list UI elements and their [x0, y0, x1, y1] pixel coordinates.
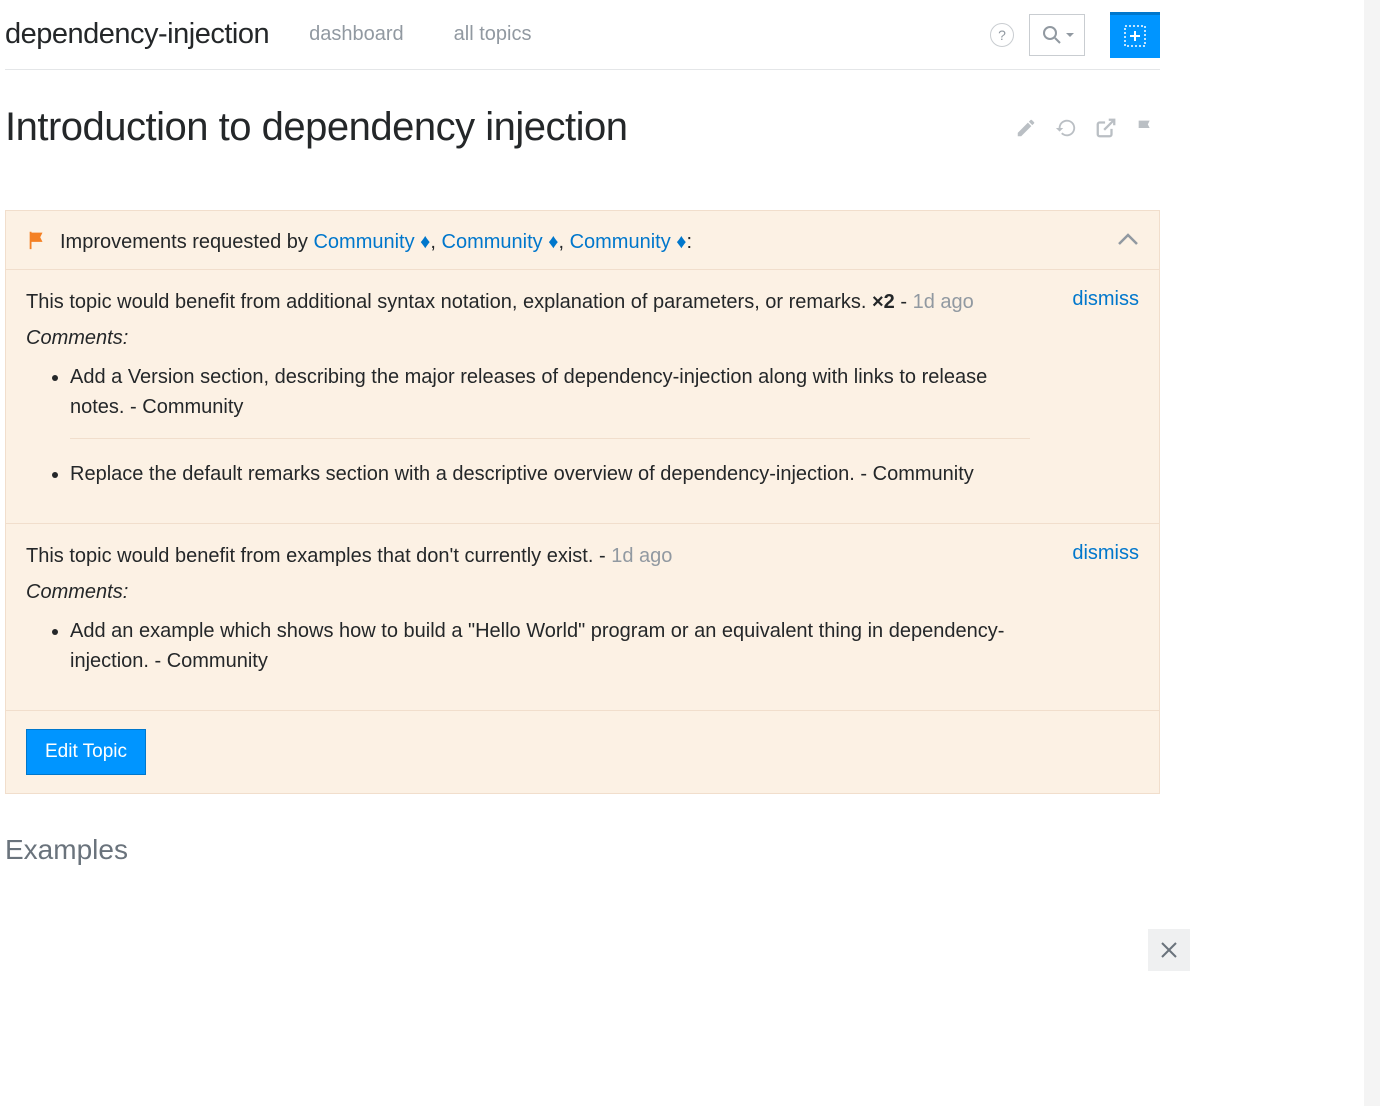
- improvement-item: This topic would benefit from additional…: [6, 270, 1159, 524]
- improvements-footer: Edit Topic: [6, 711, 1159, 793]
- improvements-box: Improvements requested by Community ♦, C…: [5, 210, 1160, 794]
- dismiss-link[interactable]: dismiss: [1072, 542, 1139, 565]
- external-icon[interactable]: [1092, 114, 1120, 142]
- requester-link-1[interactable]: Community ♦: [313, 231, 430, 253]
- dismiss-link[interactable]: dismiss: [1072, 288, 1139, 311]
- page-title: Introduction to dependency injection: [5, 105, 1012, 150]
- improvement-text: This topic would benefit from additional…: [26, 288, 1052, 317]
- time-ago: 1d ago: [611, 545, 672, 567]
- title-row: Introduction to dependency injection: [5, 105, 1160, 150]
- improvement-text: This topic would benefit from examples t…: [26, 542, 1052, 571]
- requester-link-3[interactable]: Community ♦: [570, 231, 687, 253]
- time-ago: 1d ago: [913, 291, 974, 313]
- comment-item: Add an example which shows how to build …: [70, 610, 1030, 692]
- flag-orange-icon: [26, 229, 48, 255]
- improvements-header-text: Improvements requested by Community ♦, C…: [60, 231, 1117, 254]
- scrollbar[interactable]: [1364, 0, 1380, 1106]
- comments-label: Comments:: [26, 581, 1139, 604]
- collapse-icon[interactable]: [1117, 233, 1139, 251]
- history-icon[interactable]: [1052, 114, 1080, 142]
- comment-item: Add a Version section, describing the ma…: [70, 356, 1030, 439]
- comment-item: Replace the default remarks section with…: [70, 453, 1030, 505]
- comments-label: Comments:: [26, 327, 1139, 350]
- requester-link-2[interactable]: Community ♦: [442, 231, 559, 253]
- close-button[interactable]: [1148, 929, 1190, 971]
- flag-icon[interactable]: [1132, 114, 1160, 142]
- nav-all-topics[interactable]: all topics: [454, 23, 532, 46]
- improvement-item: This topic would benefit from examples t…: [6, 524, 1159, 711]
- edit-topic-button[interactable]: Edit Topic: [26, 729, 146, 775]
- edit-icon[interactable]: [1012, 114, 1040, 142]
- help-icon[interactable]: ?: [990, 23, 1014, 47]
- topbar: dependency-injection dashboard all topic…: [5, 0, 1160, 70]
- nav-dashboard[interactable]: dashboard: [309, 23, 404, 46]
- comments-list: Add a Version section, describing the ma…: [26, 356, 1139, 505]
- add-button[interactable]: [1110, 12, 1160, 58]
- improvements-header: Improvements requested by Community ♦, C…: [6, 211, 1159, 270]
- tag-title[interactable]: dependency-injection: [5, 18, 269, 51]
- examples-heading: Examples: [5, 834, 1160, 866]
- comments-list: Add an example which shows how to build …: [26, 610, 1139, 692]
- search-dropdown[interactable]: [1029, 14, 1085, 56]
